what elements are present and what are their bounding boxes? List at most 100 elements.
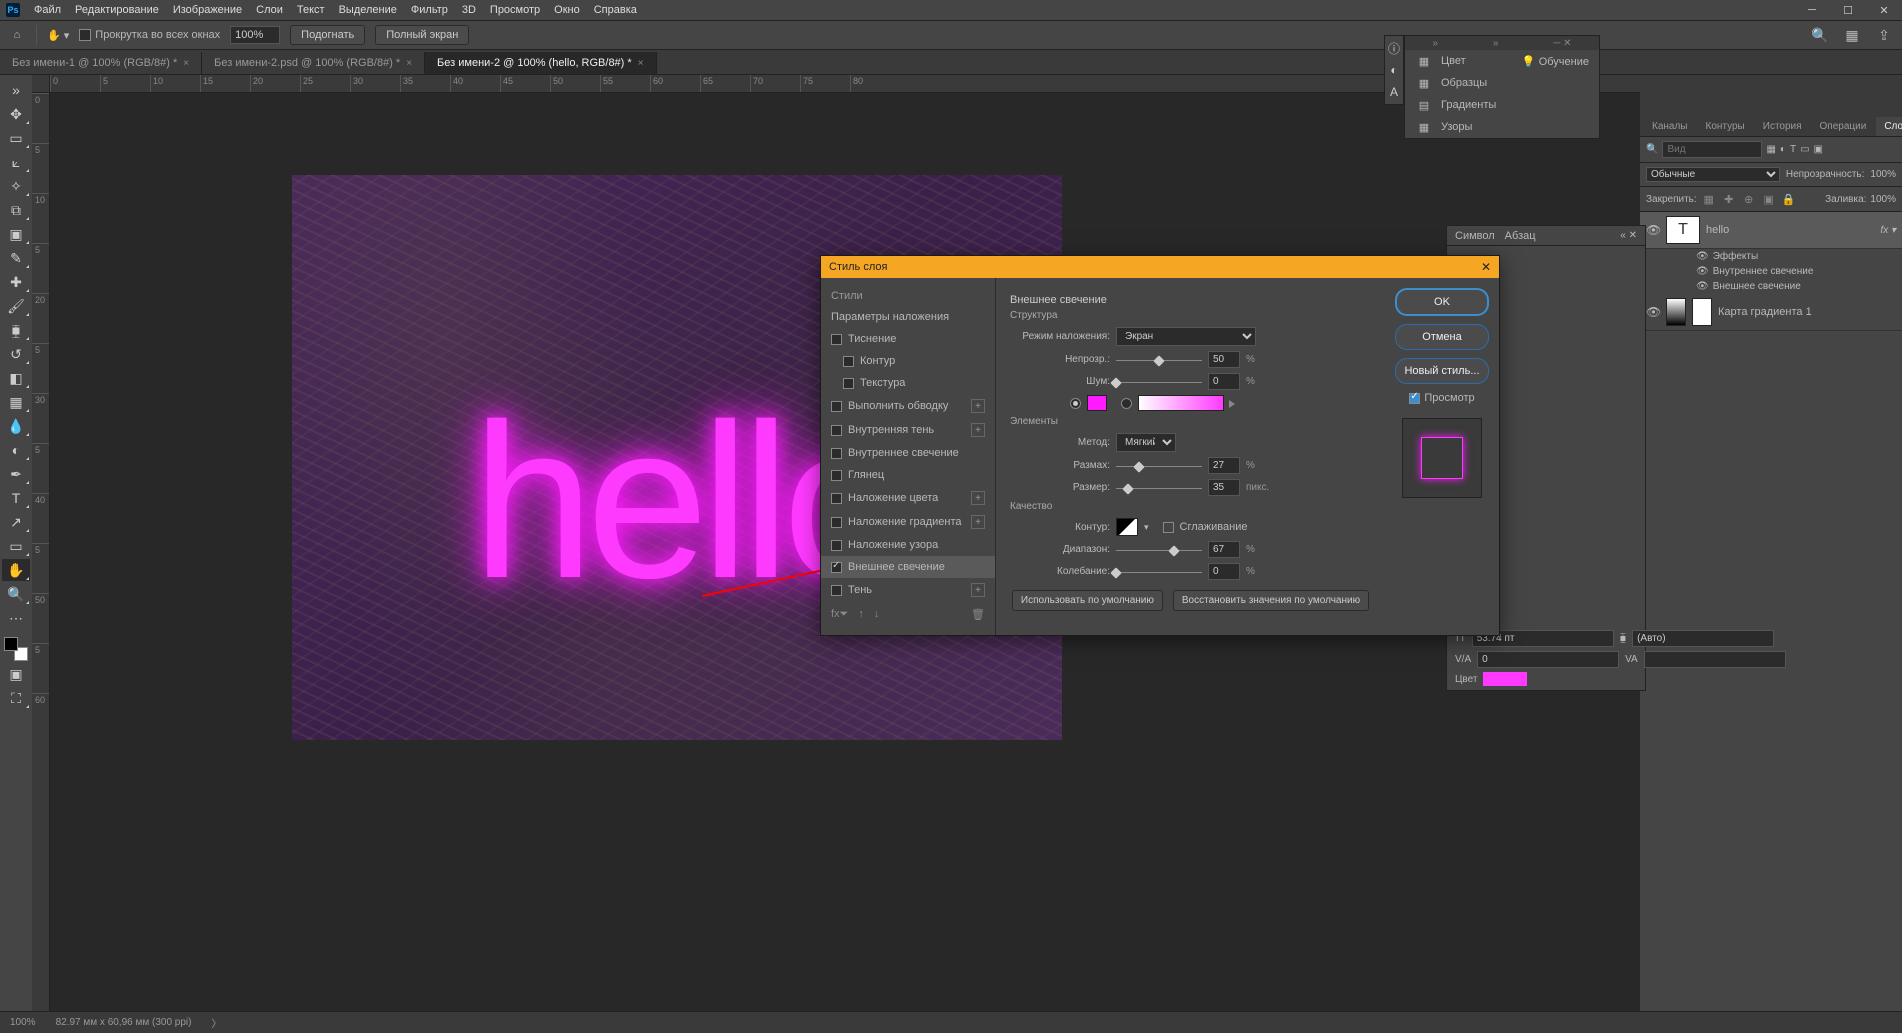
range-slider[interactable] xyxy=(1116,543,1202,557)
menu-image[interactable]: Изображение xyxy=(173,4,242,16)
fullscreen-button[interactable]: Полный экран xyxy=(375,25,469,45)
kerning-input[interactable] xyxy=(1477,651,1619,668)
quickmask-icon[interactable]: ▣ xyxy=(2,663,30,685)
blend-mode-select[interactable]: Экран xyxy=(1116,327,1256,346)
collapse-icon[interactable]: « ✕ xyxy=(1620,230,1637,241)
preview-checkbox[interactable]: ✓Просмотр xyxy=(1395,392,1489,404)
menu-type[interactable]: Текст xyxy=(297,4,325,16)
lock-artboard-icon[interactable]: ⊕ xyxy=(1741,191,1757,207)
layer-mask-thumbnail[interactable] xyxy=(1692,298,1712,326)
opacity-input[interactable] xyxy=(1208,351,1240,368)
noise-slider[interactable] xyxy=(1116,375,1202,389)
status-arrow-icon[interactable]: 〉 xyxy=(212,1015,222,1030)
tab-channels[interactable]: Каналы xyxy=(1644,117,1696,136)
blend-mode-select[interactable]: Обычные xyxy=(1646,167,1780,182)
filter-adjust-icon[interactable]: ◐ xyxy=(1780,144,1786,155)
tab-history[interactable]: История xyxy=(1755,117,1810,136)
search-icon[interactable]: 🔍 xyxy=(1810,25,1830,45)
maximize-button[interactable]: ☐ xyxy=(1830,0,1866,20)
close-icon[interactable]: ─ ✕ xyxy=(1553,38,1571,49)
fill-value[interactable]: 100% xyxy=(1870,194,1896,205)
scroll-all-windows-checkbox[interactable]: Прокрутка во всех окнах xyxy=(79,29,220,41)
dialog-titlebar[interactable]: Стиль слоя ✕ xyxy=(821,256,1499,278)
glow-color-swatch[interactable] xyxy=(1087,395,1107,411)
close-icon[interactable]: ✕ xyxy=(1481,260,1491,274)
collapse-icon[interactable]: » xyxy=(1432,38,1438,49)
panel-item-swatches[interactable]: ▦Образцы xyxy=(1405,72,1599,94)
frame-tool[interactable]: ▣ xyxy=(2,223,30,245)
style-item-stroke[interactable]: Выполнить обводку+ xyxy=(821,394,995,418)
more-tools[interactable]: ⋯ xyxy=(2,607,30,629)
style-item-satin[interactable]: Глянец xyxy=(821,464,995,486)
jitter-slider[interactable] xyxy=(1116,565,1202,579)
fx-menu-icon[interactable]: fx⏷ xyxy=(831,608,848,621)
move-down-icon[interactable]: ↓ xyxy=(874,608,880,621)
crop-tool[interactable]: ⧉ xyxy=(2,199,30,221)
zoom-input[interactable] xyxy=(230,26,280,44)
glow-gradient-picker[interactable] xyxy=(1138,395,1224,411)
layer-effects-header[interactable]: 👁Эффекты xyxy=(1640,249,1902,264)
document-tab-active[interactable]: Без имени-2 @ 100% (hello, RGB/8#) *× xyxy=(425,52,656,74)
contour-picker[interactable] xyxy=(1116,518,1138,536)
panel-item-learn[interactable]: 💡 Обучение xyxy=(1522,55,1589,68)
style-item-inner-shadow[interactable]: Внутренняя тень+ xyxy=(821,418,995,442)
ruler-origin[interactable] xyxy=(32,75,50,93)
menu-view[interactable]: Просмотр xyxy=(490,4,540,16)
filter-shape-icon[interactable]: ▭ xyxy=(1800,144,1809,155)
close-button[interactable]: ✕ xyxy=(1866,0,1902,20)
color-swatches[interactable] xyxy=(4,637,28,661)
document-tab[interactable]: Без имени-1 @ 100% (RGB/8#) *× xyxy=(0,52,202,74)
noise-input[interactable] xyxy=(1208,373,1240,390)
styles-header[interactable]: Стили xyxy=(821,286,995,306)
move-tool[interactable]: ✥ xyxy=(2,103,30,125)
color-radio[interactable] xyxy=(1070,398,1081,409)
add-icon[interactable]: + xyxy=(971,515,985,529)
tab-layers[interactable]: Слои xyxy=(1876,117,1902,136)
menu-window[interactable]: Окно xyxy=(554,4,580,16)
wand-tool[interactable]: ✧ xyxy=(2,175,30,197)
filter-type-icon[interactable]: T xyxy=(1790,144,1796,155)
opacity-value[interactable]: 100% xyxy=(1870,169,1896,180)
style-item-texture[interactable]: Текстура xyxy=(821,372,995,394)
ruler-vertical[interactable]: 0510520530540550560 xyxy=(32,93,50,1011)
lasso-tool[interactable]: ⟀ xyxy=(2,151,30,173)
range-input[interactable] xyxy=(1208,541,1240,558)
layer-search-input[interactable] xyxy=(1662,141,1762,158)
add-icon[interactable]: + xyxy=(971,399,985,413)
eraser-tool[interactable]: ◧ xyxy=(2,367,30,389)
gradient-tool[interactable]: ▦ xyxy=(2,391,30,413)
style-item-drop-shadow[interactable]: Тень+ xyxy=(821,578,995,602)
share-icon[interactable]: ⇪ xyxy=(1874,25,1894,45)
foreground-color[interactable] xyxy=(4,637,18,651)
home-icon[interactable]: ⌂ xyxy=(8,26,26,44)
panel-item-gradients[interactable]: ▤Градиенты xyxy=(1405,94,1599,116)
panel-item-color[interactable]: ▦Цвет 💡 Обучение xyxy=(1405,50,1599,72)
blending-options-item[interactable]: Параметры наложения xyxy=(821,306,995,328)
trash-icon[interactable]: 🗑 xyxy=(971,608,985,621)
style-item-color-overlay[interactable]: Наложение цвета+ xyxy=(821,486,995,510)
menu-help[interactable]: Справка xyxy=(594,4,637,16)
style-item-contour[interactable]: Контур xyxy=(821,350,995,372)
document-tab[interactable]: Без имени-2.psd @ 100% (RGB/8#) *× xyxy=(202,52,425,74)
menu-3d[interactable]: 3D xyxy=(462,4,476,16)
marquee-tool[interactable]: ▭ xyxy=(2,127,30,149)
ok-button[interactable]: OK xyxy=(1395,288,1489,316)
layer-row[interactable]: 👁 Карта градиента 1 xyxy=(1640,294,1902,331)
leading-input[interactable] xyxy=(1632,630,1774,647)
menu-filter[interactable]: Фильтр xyxy=(411,4,448,16)
gradient-radio[interactable] xyxy=(1121,398,1132,409)
pen-tool[interactable]: ✒ xyxy=(2,463,30,485)
layer-name[interactable]: hello xyxy=(1706,224,1729,236)
shape-tool[interactable]: ▭ xyxy=(2,535,30,557)
menu-select[interactable]: Выделение xyxy=(339,4,397,16)
visibility-icon[interactable]: 👁 xyxy=(1646,305,1660,319)
screenmode-icon[interactable]: ⛶ xyxy=(2,687,30,709)
lock-pixels-icon[interactable]: ▦ xyxy=(1701,191,1717,207)
status-zoom[interactable]: 100% xyxy=(10,1017,36,1028)
visibility-icon[interactable]: 👁 xyxy=(1646,223,1660,237)
heal-tool[interactable]: ✚ xyxy=(2,271,30,293)
dodge-tool[interactable]: ◐ xyxy=(2,439,30,461)
use-default-button[interactable]: Использовать по умолчанию xyxy=(1012,590,1163,611)
lock-position-icon[interactable]: ✚ xyxy=(1721,191,1737,207)
filter-smart-icon[interactable]: ▣ xyxy=(1814,144,1823,155)
